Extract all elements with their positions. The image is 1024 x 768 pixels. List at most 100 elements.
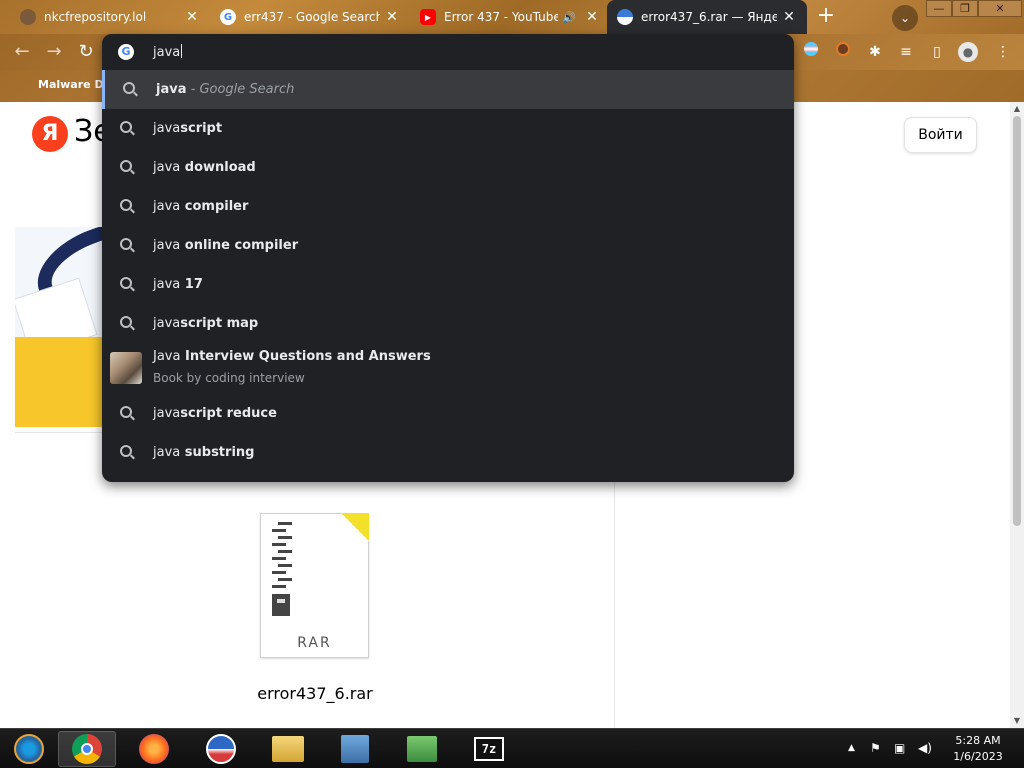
suggestion-text: javascript map — [153, 316, 259, 331]
yandex-disk-icon — [617, 9, 633, 25]
avatar-icon[interactable]: ● — [957, 41, 979, 63]
tab-title: nkcfrepository.lol — [44, 10, 147, 24]
reload-button[interactable]: ↻ — [74, 40, 98, 64]
suggestion-text: javascript — [153, 121, 223, 136]
side-panel-icon[interactable]: ▯ — [926, 41, 948, 63]
start-button[interactable] — [0, 731, 58, 767]
search-icon — [120, 406, 132, 418]
volume-icon[interactable]: ◀) — [918, 741, 932, 755]
tab-google-search[interactable]: G err437 - Google Search ✕ — [210, 0, 410, 34]
taskbar-installer[interactable] — [326, 731, 384, 767]
book-thumbnail — [110, 352, 142, 384]
omnibox-dropdown: G java java - Google Search javascript jav… — [102, 34, 794, 482]
chrome-icon — [72, 734, 102, 764]
clock-time: 5:28 AM — [955, 734, 1001, 747]
suggestion-text: java substring — [153, 445, 255, 460]
search-icon — [120, 238, 132, 250]
close-tab-icon[interactable]: ✕ — [584, 9, 600, 25]
suggestion-row[interactable]: java 17 — [102, 265, 794, 304]
taskbar-7zip[interactable]: 7z — [460, 731, 518, 767]
seven-zip-icon: 7z — [474, 737, 504, 761]
close-window-button[interactable]: ✕ — [978, 0, 1022, 17]
close-tab-icon[interactable]: ✕ — [184, 9, 200, 25]
suggestion-text: java download — [153, 160, 256, 175]
google-icon: G — [118, 44, 134, 60]
vertical-scrollbar[interactable]: ▲ ▼ — [1010, 102, 1024, 728]
suggestion-row[interactable]: javascript — [102, 109, 794, 148]
system-clock[interactable]: 5:28 AM 1/6/2023 — [945, 733, 1011, 765]
puzzle-extensions-icon[interactable]: ✱ — [864, 41, 886, 63]
taskbar-network[interactable] — [393, 731, 451, 767]
minimize-button[interactable]: — — [926, 0, 952, 17]
globe-icon — [20, 9, 36, 25]
tab-search-chevron-icon[interactable]: ⌄ — [892, 5, 918, 31]
suggestion-row[interactable]: java compiler — [102, 187, 794, 226]
scroll-down-icon[interactable]: ▼ — [1010, 714, 1024, 728]
search-icon — [120, 160, 132, 172]
login-button[interactable]: Войти — [904, 117, 977, 153]
scroll-thumb[interactable] — [1013, 116, 1021, 526]
taskbar-firefox[interactable] — [125, 731, 183, 767]
suggestion-row[interactable]: java substring — [102, 433, 794, 472]
kebab-menu-icon[interactable]: ⋮ — [992, 41, 1014, 63]
windows-start-icon — [14, 734, 44, 764]
suggestion-row[interactable]: javascript reduce — [102, 394, 794, 433]
back-button[interactable]: ← — [10, 40, 34, 64]
suggestion-text: javascript reduce — [153, 406, 277, 421]
tab-youtube[interactable]: ▶ Error 437 - YouTube 🔊 ✕ — [410, 0, 610, 34]
network-icon[interactable]: ▣ — [894, 741, 905, 755]
search-icon — [120, 316, 132, 328]
close-tab-icon[interactable]: ✕ — [384, 9, 400, 25]
translate-extension-icon[interactable] — [800, 41, 822, 63]
taskbar-obama-app[interactable] — [192, 731, 250, 767]
folder-icon — [15, 337, 115, 427]
suggestion-row[interactable]: java - Google Search — [102, 70, 794, 109]
file-corner — [341, 513, 369, 541]
suggestion-text: java 17 — [153, 277, 203, 292]
suggestion-row[interactable]: java download — [102, 148, 794, 187]
search-icon — [120, 277, 132, 289]
tray-expand-icon[interactable]: ▲ — [848, 743, 855, 753]
profile-extension-icon[interactable] — [832, 41, 854, 63]
tab-strip: nkcfrepository.lol ✕ G err437 - Google S… — [0, 0, 1024, 34]
google-icon: G — [220, 9, 236, 25]
tab-yandex-disk[interactable]: error437_6.rar — Яндекс ✕ — [607, 0, 807, 34]
search-icon — [120, 199, 132, 211]
network-users-icon — [407, 736, 437, 762]
forward-button[interactable]: → — [42, 40, 66, 64]
suggestion-text: Java Interview Questions and Answers — [153, 349, 431, 364]
taskbar-chrome[interactable] — [58, 731, 116, 767]
installer-icon — [341, 735, 369, 763]
folder-icon — [272, 736, 304, 762]
circle-logo-icon — [206, 734, 236, 764]
restore-button[interactable]: ❐ — [952, 0, 978, 17]
tab-title: error437_6.rar — Яндекс — [641, 10, 777, 24]
suggestion-row[interactable]: javascript map — [102, 304, 794, 343]
suggestion-text: java online compiler — [153, 238, 299, 253]
new-tab-button[interactable]: + — [813, 5, 839, 29]
rar-file-icon[interactable]: RAR — [260, 513, 369, 658]
clock-date: 1/6/2023 — [953, 750, 1003, 763]
youtube-icon: ▶ — [420, 9, 436, 25]
speaker-icon[interactable]: 🔊 — [562, 11, 576, 24]
zip-pull — [272, 594, 290, 616]
search-icon — [120, 445, 132, 457]
media-queue-icon[interactable]: ≡ — [895, 41, 917, 63]
taskbar-explorer[interactable] — [259, 731, 317, 767]
close-tab-icon[interactable]: ✕ — [781, 9, 797, 25]
suggestion-subtitle: Book by coding interview — [153, 371, 305, 385]
file-type-label: RAR — [297, 635, 332, 651]
yandex-logo[interactable]: Я — [32, 116, 68, 152]
suggestion-rich-result[interactable]: Java Interview Questions and Answers Book… — [102, 343, 794, 394]
suggestion-row[interactable]: java online compiler — [102, 226, 794, 265]
windows-taskbar: 7z ▲ ⚑ ▣ ◀) 5:28 AM 1/6/2023 — [0, 728, 1024, 768]
tab-nkcfrepository[interactable]: nkcfrepository.lol ✕ — [10, 0, 210, 34]
search-icon — [123, 82, 135, 94]
address-input[interactable]: java — [153, 44, 183, 60]
flag-icon[interactable]: ⚑ — [870, 741, 881, 755]
scroll-up-icon[interactable]: ▲ — [1010, 102, 1024, 116]
address-bar[interactable]: G java — [102, 34, 794, 70]
search-icon — [120, 121, 132, 133]
tab-title: err437 - Google Search — [244, 10, 380, 24]
suggestion-text: java - Google Search — [156, 82, 295, 97]
